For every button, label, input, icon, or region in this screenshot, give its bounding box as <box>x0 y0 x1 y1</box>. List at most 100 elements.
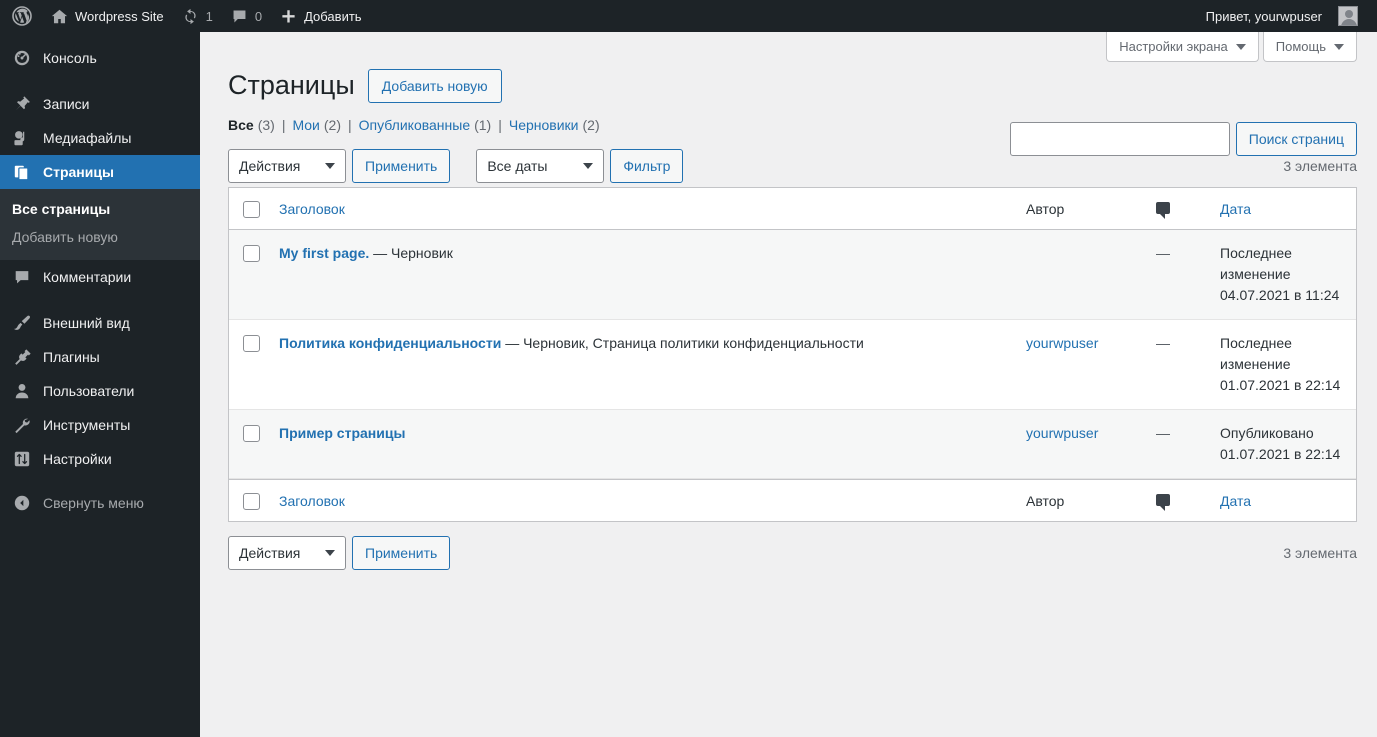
pages-table: Заголовок Автор Дата My first page. — Че… <box>228 187 1357 523</box>
updates-count: 1 <box>205 8 213 24</box>
my-account-button[interactable]: Привет, yourwpuser <box>1197 0 1367 32</box>
row-comments-count: — <box>1156 335 1170 352</box>
updates-icon <box>182 8 199 25</box>
date-filter-select[interactable]: Все даты <box>476 149 605 184</box>
screen-options-button[interactable]: Настройки экрана <box>1106 32 1259 62</box>
row-title-link[interactable]: My first page. <box>279 245 369 261</box>
column-footer-date: Дата <box>1206 479 1356 521</box>
updates-button[interactable]: 1 <box>173 0 222 32</box>
screen-meta-links: Настройки экрана Помощь <box>1106 32 1357 62</box>
sidebar-item-appearance[interactable]: Внешний вид <box>0 306 200 340</box>
sidebar-item-add-new-page[interactable]: Добавить новую <box>0 223 200 251</box>
apply-button-bottom[interactable]: Применить <box>352 536 451 571</box>
view-link-drafts[interactable]: Черновики <box>509 117 579 133</box>
dashboard-icon <box>12 48 32 68</box>
table-foot: Заголовок Автор Дата <box>229 479 1356 521</box>
screen-options-label: Настройки экрана <box>1119 38 1228 54</box>
view-count-all: (3) <box>257 117 275 134</box>
sort-title-link-bottom[interactable]: Заголовок <box>279 493 345 509</box>
select-all-checkbox-bottom[interactable] <box>243 493 260 511</box>
main-content: Настройки экрана Помощь Страницы Добавит… <box>200 32 1377 737</box>
sort-date-link-top[interactable]: Дата <box>1220 201 1251 217</box>
sidebar-item-all-pages[interactable]: Все страницы <box>0 195 200 223</box>
displaying-num-bottom: 3 элемента <box>1283 545 1357 562</box>
chevron-down-icon <box>325 550 335 557</box>
view-link-all[interactable]: Все <box>228 117 254 133</box>
sidebar-item-comments[interactable]: Комментарии <box>0 260 200 294</box>
sidebar-item-plugins[interactable]: Плагины <box>0 340 200 374</box>
admin-sidebar-menu: Консоль Записи Медиафайлы Страницы Все с… <box>0 32 208 737</box>
view-count-published: (1) <box>474 117 492 134</box>
sort-date-link-bottom[interactable]: Дата <box>1220 493 1251 509</box>
pin-icon <box>12 94 32 114</box>
row-title-cell: Политика конфиденциальности — Черновик, … <box>269 320 1016 411</box>
new-content-label: Добавить <box>304 8 362 24</box>
row-date-value: 04.07.2021 в 11:24 <box>1220 287 1340 304</box>
home-icon <box>51 8 68 25</box>
bulk-actions-select-top[interactable]: Действия <box>228 149 346 184</box>
table-nav-bottom: Действия Применить 3 элемента <box>228 534 1357 572</box>
column-header-author: Автор <box>1016 188 1146 231</box>
row-date-value: 01.07.2021 в 22:14 <box>1220 377 1341 394</box>
view-link-published[interactable]: Опубликованные <box>359 117 470 133</box>
row-select-cell <box>229 320 269 411</box>
displaying-num-top: 3 элемента <box>1283 158 1357 175</box>
sidebar-item-users[interactable]: Пользователи <box>0 374 200 408</box>
sidebar-item-posts[interactable]: Записи <box>0 87 200 121</box>
table-row[interactable]: Политика конфиденциальности — Черновик, … <box>229 320 1356 411</box>
sidebar-item-label: Медиафайлы <box>43 130 132 146</box>
sidebar-item-dashboard[interactable]: Консоль <box>0 41 200 75</box>
row-author-link[interactable]: yourwpuser <box>1026 335 1098 351</box>
row-title-link[interactable]: Пример страницы <box>279 425 405 441</box>
settings-sliders-icon <box>12 449 32 469</box>
site-name-button[interactable]: Wordpress Site <box>42 0 173 32</box>
admin-bar: Wordpress Site 1 0 Добавить Привет, your… <box>0 0 1377 32</box>
sidebar-item-tools[interactable]: Инструменты <box>0 408 200 442</box>
view-link-mine[interactable]: Мои <box>292 117 319 133</box>
row-comments-count: — <box>1156 245 1170 262</box>
column-header-date: Дата <box>1206 188 1356 231</box>
row-date-value: 01.07.2021 в 22:14 <box>1220 446 1341 463</box>
row-date-cell: Опубликовано 01.07.2021 в 22:14 <box>1206 410 1356 480</box>
row-author-link[interactable]: yourwpuser <box>1026 425 1098 441</box>
wp-logo-button[interactable] <box>0 0 42 32</box>
sidebar-item-pages[interactable]: Страницы <box>0 155 208 189</box>
row-checkbox[interactable] <box>243 425 260 443</box>
sidebar-item-settings[interactable]: Настройки <box>0 442 200 476</box>
sidebar-item-media[interactable]: Медиафайлы <box>0 121 200 155</box>
sidebar-item-label: Настройки <box>43 451 112 467</box>
view-link-all-item: Все (3) | <box>228 117 292 133</box>
apply-button-top[interactable]: Применить <box>352 149 451 184</box>
media-icon <box>12 128 32 148</box>
table-row[interactable]: Пример страницы yourwpuser — Опубликован… <box>229 410 1356 480</box>
collapse-arrow-icon <box>12 494 32 512</box>
bulk-actions-select-bottom[interactable]: Действия <box>228 536 346 571</box>
table-nav-top: Действия Применить Все даты Фильтр 3 эле… <box>228 147 1357 185</box>
help-button[interactable]: Помощь <box>1262 32 1357 62</box>
table-row[interactable]: My first page. — Черновик — Последнее из… <box>229 230 1356 321</box>
sort-title-link-top[interactable]: Заголовок <box>279 201 345 217</box>
row-checkbox[interactable] <box>243 335 260 353</box>
row-post-state: — Черновик <box>369 245 453 262</box>
collapse-menu-button[interactable]: Свернуть меню <box>0 486 200 520</box>
row-title-cell: My first page. — Черновик <box>269 230 1016 321</box>
row-checkbox[interactable] <box>243 245 260 263</box>
comments-button[interactable]: 0 <box>222 0 271 32</box>
column-header-comments <box>1146 188 1206 231</box>
views-separator: | <box>281 117 286 134</box>
views-separator: | <box>498 117 502 134</box>
row-title-link[interactable]: Политика конфиденциальности <box>279 335 501 351</box>
column-label-author: Автор <box>1026 492 1065 509</box>
column-footer-author: Автор <box>1016 479 1146 521</box>
filter-button[interactable]: Фильтр <box>610 149 684 184</box>
select-all-checkbox-top[interactable] <box>243 201 260 219</box>
add-new-page-button[interactable]: Добавить новую <box>367 68 502 103</box>
new-content-button[interactable]: Добавить <box>271 0 370 32</box>
chevron-down-icon <box>583 163 594 170</box>
bulk-actions-value: Действия <box>239 545 301 562</box>
sidebar-item-label: Внешний вид <box>43 315 130 331</box>
appearance-brush-icon <box>12 313 32 333</box>
admin-bar-right: Привет, yourwpuser <box>1197 0 1377 32</box>
row-date-cell: Последнее изменение 04.07.2021 в 11:24 <box>1206 230 1356 321</box>
sidebar-item-label: Инструменты <box>43 417 131 433</box>
